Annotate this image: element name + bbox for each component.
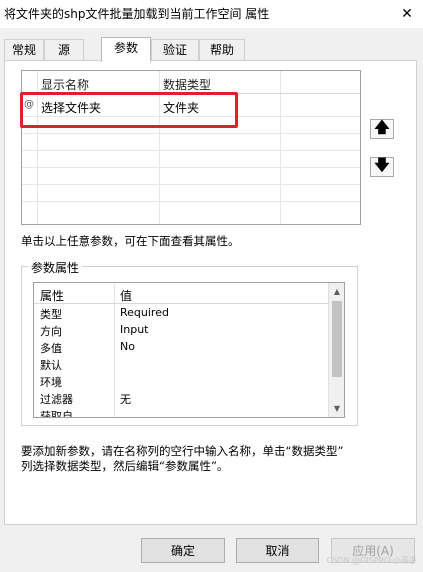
property-row[interactable]: 类型 Required [34,305,328,322]
tab-validation[interactable]: 验证 [151,39,199,61]
highlight-box [20,92,238,128]
property-key: 类型 [40,308,62,321]
tab-parameters[interactable]: 参数 [101,37,151,62]
close-icon[interactable]: ✕ [391,0,423,28]
scroll-down-icon[interactable]: ▼ [329,401,344,416]
scroll-up-icon[interactable]: ▲ [329,284,344,299]
window-title: 将文件夹的shp文件批量加载到当前工作空间 属性 [4,7,270,21]
parameters-panel: 显示名称 数据类型 @ 选择文件夹 文件夹 🡅 🡇 单击以上任意参数，可在下面查… [4,60,417,525]
property-grid[interactable]: 属性 值 类型 Required 方向 Input 多值 No 默认 环境 过滤… [33,282,345,418]
up-arrow-icon: 🡅 [374,117,390,136]
property-key: 多值 [40,342,62,355]
property-value[interactable]: Required [120,306,169,319]
tab-source[interactable]: 源 [44,39,84,61]
move-up-button[interactable]: 🡅 [370,117,394,139]
property-value[interactable]: 无 [120,391,131,407]
cancel-button[interactable]: 取消 [236,538,319,563]
header-value: 值 [120,289,133,303]
column-data-type[interactable]: 数据类型 [163,76,211,93]
property-value[interactable]: No [120,340,135,353]
down-arrow-icon: 🡇 [374,155,390,174]
property-key: 过滤器 [40,393,73,406]
parameter-table-header: 显示名称 数据类型 [22,71,360,93]
property-key: 默认 [40,359,62,372]
move-down-button[interactable]: 🡇 [370,155,394,177]
column-display-name[interactable]: 显示名称 [41,76,89,93]
title-bar: 将文件夹的shp文件批量加载到当前工作空间 属性 ✕ [0,0,423,28]
property-value[interactable]: Input [120,323,148,336]
ok-button[interactable]: 确定 [141,538,225,563]
header-property: 属性 [40,289,65,303]
parameter-properties-group: 参数属性 属性 值 类型 Required 方向 Input 多值 No 默认 [21,259,358,426]
property-row[interactable]: 默认 [34,356,328,373]
property-row[interactable]: 多值 No [34,339,328,356]
property-row[interactable]: 过滤器 无 [34,390,328,407]
property-row[interactable]: 获取自 [34,407,328,418]
hint-add-parameter: 要添加新参数，请在名称列的空行中输入名称，单击“数据类型” 列选择数据类型，然后… [21,444,343,474]
tab-help[interactable]: 帮助 [199,39,245,61]
property-key: 获取自 [40,410,73,418]
tab-general[interactable]: 常规 [4,39,44,61]
property-key: 环境 [40,376,62,389]
property-row[interactable]: 方向 Input [34,322,328,339]
property-grid-scrollbar[interactable]: ▲ ▼ [328,283,344,417]
hint-add-line-2: 列选择数据类型，然后编辑“参数属性”。 [21,459,229,473]
hint-add-line-1: 要添加新参数，请在名称列的空行中输入名称，单击“数据类型” [21,444,344,458]
property-row[interactable]: 环境 [34,373,328,390]
scrollbar-thumb[interactable] [332,301,342,377]
property-grid-header: 属性 值 [34,285,328,303]
hint-click-parameter: 单击以上任意参数，可在下面查看其属性。 [21,234,240,248]
group-legend: 参数属性 [28,259,83,276]
watermark: CSDN @GISPRO·小青手 [326,556,417,565]
property-key: 方向 [40,325,62,338]
